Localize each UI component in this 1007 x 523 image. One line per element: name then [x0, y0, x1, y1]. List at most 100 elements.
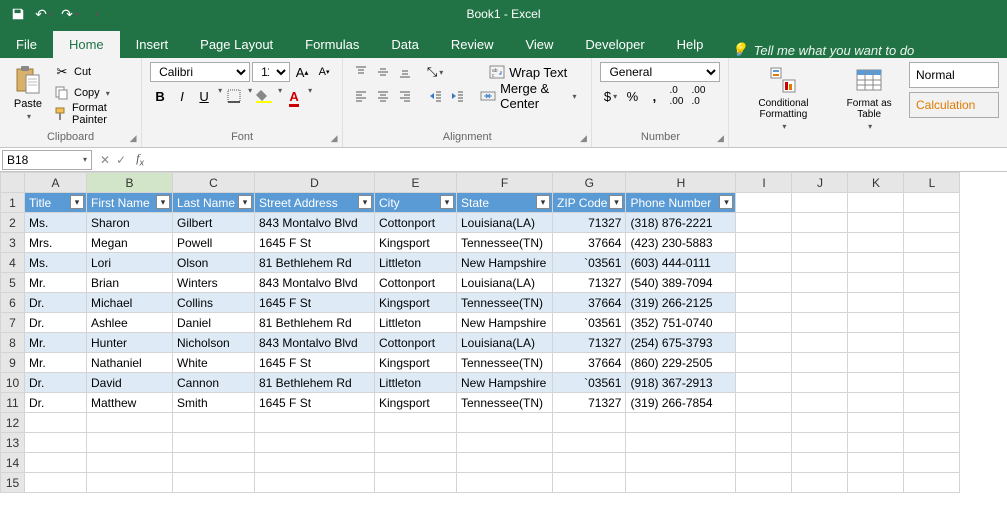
cell[interactable] — [553, 413, 626, 433]
tab-formulas[interactable]: Formulas — [289, 31, 375, 58]
cell[interactable] — [848, 193, 904, 213]
cell[interactable] — [848, 313, 904, 333]
cell[interactable] — [904, 233, 960, 253]
enter-formula-icon[interactable]: ✓ — [116, 153, 126, 167]
tab-insert[interactable]: Insert — [120, 31, 185, 58]
align-top-button[interactable] — [351, 62, 371, 82]
cell[interactable] — [626, 453, 736, 473]
cell[interactable] — [792, 333, 848, 353]
chevron-down-icon[interactable]: ▾ — [218, 86, 222, 106]
cell[interactable] — [87, 413, 173, 433]
cell[interactable] — [792, 273, 848, 293]
row-header[interactable]: 3 — [1, 233, 25, 253]
cell[interactable] — [848, 333, 904, 353]
cell[interactable]: (540) 389-7094 — [626, 273, 736, 293]
row-header[interactable]: 12 — [1, 413, 25, 433]
cell[interactable] — [173, 473, 255, 493]
cell[interactable]: Tennessee(TN) — [457, 293, 553, 313]
tab-help[interactable]: Help — [661, 31, 720, 58]
wrap-text-button[interactable]: abc Wrap Text — [473, 62, 583, 82]
cell[interactable] — [792, 453, 848, 473]
cell[interactable] — [904, 473, 960, 493]
tab-file[interactable]: File — [0, 31, 53, 58]
cell[interactable]: Michael — [87, 293, 173, 313]
cell[interactable]: 71327 — [553, 393, 626, 413]
cell[interactable] — [736, 273, 792, 293]
fx-icon[interactable]: fx — [132, 151, 148, 167]
name-box[interactable]: B18 ▾ — [2, 150, 92, 170]
cell[interactable] — [848, 373, 904, 393]
filter-dropdown-icon[interactable]: ▾ — [609, 195, 623, 209]
formula-input[interactable] — [148, 151, 1007, 169]
cell[interactable] — [792, 193, 848, 213]
cell[interactable] — [736, 253, 792, 273]
cell[interactable]: (318) 876-2221 — [626, 213, 736, 233]
cell[interactable]: Cannon — [173, 373, 255, 393]
cell[interactable]: `03561 — [553, 253, 626, 273]
row-header[interactable]: 10 — [1, 373, 25, 393]
filter-dropdown-icon[interactable]: ▾ — [536, 195, 550, 209]
tab-page-layout[interactable]: Page Layout — [184, 31, 289, 58]
cell[interactable] — [904, 373, 960, 393]
cell[interactable] — [25, 473, 87, 493]
cell[interactable]: Kingsport — [375, 233, 457, 253]
cell[interactable] — [25, 413, 87, 433]
cell[interactable] — [904, 413, 960, 433]
cell[interactable]: New Hampshire — [457, 373, 553, 393]
cell[interactable] — [736, 453, 792, 473]
row-header[interactable]: 7 — [1, 313, 25, 333]
row-header[interactable]: 2 — [1, 213, 25, 233]
format-painter-button[interactable]: Format Painter — [54, 104, 133, 124]
filter-dropdown-icon[interactable]: ▾ — [156, 195, 170, 209]
filter-dropdown-icon[interactable]: ▾ — [440, 195, 454, 209]
increase-indent-button[interactable] — [447, 86, 467, 106]
cut-button[interactable]: ✂ Cut — [54, 62, 133, 82]
cell[interactable] — [736, 373, 792, 393]
format-as-table-button[interactable]: Format as Table▾ — [835, 62, 903, 133]
cell[interactable]: Tennessee(TN) — [457, 353, 553, 373]
cell[interactable]: Tennessee(TN) — [457, 233, 553, 253]
cell[interactable] — [848, 433, 904, 453]
table-column-header[interactable]: City▾ — [375, 193, 457, 213]
table-column-header[interactable]: Title▾ — [25, 193, 87, 213]
decrease-indent-button[interactable] — [425, 86, 445, 106]
cell[interactable]: 71327 — [553, 273, 626, 293]
dialog-launcher-icon[interactable]: ◢ — [577, 133, 589, 145]
tab-review[interactable]: Review — [435, 31, 510, 58]
cell[interactable]: Lori — [87, 253, 173, 273]
cell[interactable]: (352) 751-0740 — [626, 313, 736, 333]
tab-view[interactable]: View — [509, 31, 569, 58]
increase-decimal-button[interactable]: .0.00 — [666, 86, 686, 106]
cell[interactable] — [553, 473, 626, 493]
cell[interactable]: (603) 444-0111 — [626, 253, 736, 273]
cell[interactable] — [792, 213, 848, 233]
tab-developer[interactable]: Developer — [569, 31, 660, 58]
cell[interactable] — [87, 473, 173, 493]
italic-button[interactable]: I — [172, 86, 192, 106]
cell[interactable]: Cottonport — [375, 333, 457, 353]
column-header[interactable]: C — [173, 173, 255, 193]
cell[interactable]: Kingsport — [375, 293, 457, 313]
cell[interactable] — [736, 213, 792, 233]
cell[interactable]: Kingsport — [375, 393, 457, 413]
cell[interactable]: Dr. — [25, 313, 87, 333]
select-all-button[interactable] — [1, 173, 25, 193]
cell[interactable]: Mr. — [25, 353, 87, 373]
cell[interactable]: Louisiana(LA) — [457, 333, 553, 353]
row-header[interactable]: 5 — [1, 273, 25, 293]
row-header[interactable]: 11 — [1, 393, 25, 413]
cell[interactable] — [848, 293, 904, 313]
cell[interactable] — [904, 433, 960, 453]
cell[interactable] — [736, 333, 792, 353]
cell[interactable]: Louisiana(LA) — [457, 213, 553, 233]
cell[interactable] — [457, 433, 553, 453]
conditional-formatting-button[interactable]: Conditional Formatting▾ — [737, 62, 829, 133]
cell[interactable] — [736, 313, 792, 333]
cell[interactable] — [792, 233, 848, 253]
cell[interactable]: Matthew — [87, 393, 173, 413]
cell[interactable] — [848, 353, 904, 373]
cell[interactable] — [904, 313, 960, 333]
align-right-button[interactable] — [395, 86, 415, 106]
cell[interactable]: Tennessee(TN) — [457, 393, 553, 413]
cell[interactable]: Mr. — [25, 333, 87, 353]
